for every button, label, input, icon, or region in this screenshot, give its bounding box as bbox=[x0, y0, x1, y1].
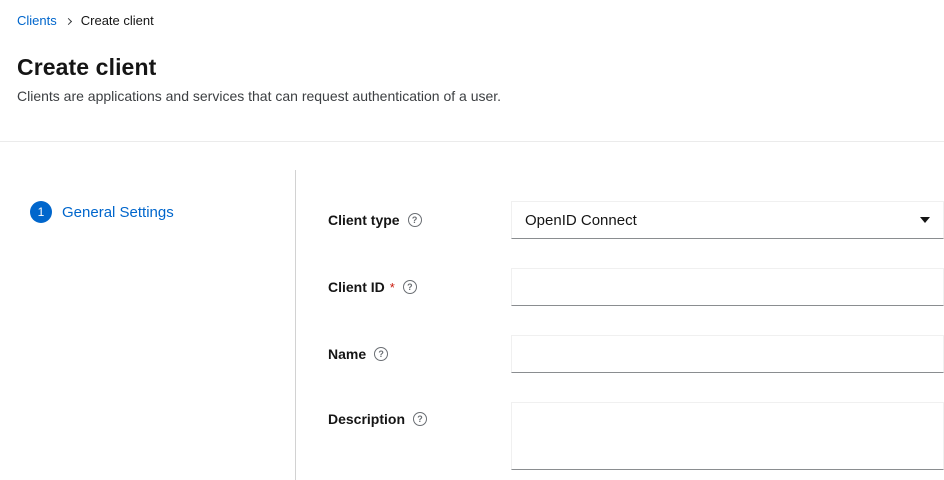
help-icon[interactable]: ? bbox=[408, 213, 422, 227]
caret-down-icon bbox=[920, 217, 930, 223]
name-label-group: Name ? bbox=[328, 346, 511, 362]
page-header: Clients Create client Create client Clie… bbox=[0, 0, 944, 142]
client-type-selected-value: OpenID Connect bbox=[525, 212, 637, 229]
client-id-input[interactable] bbox=[511, 268, 944, 306]
help-icon[interactable]: ? bbox=[413, 412, 427, 426]
client-id-label: Client ID bbox=[328, 279, 385, 295]
name-control bbox=[511, 335, 944, 373]
wizard-step-label: General Settings bbox=[62, 204, 174, 221]
breadcrumb-clients-link[interactable]: Clients bbox=[17, 13, 57, 29]
wizard-step-general-settings[interactable]: 1 General Settings bbox=[30, 201, 295, 223]
client-type-control: OpenID Connect bbox=[511, 201, 944, 239]
breadcrumb: Clients Create client bbox=[17, 13, 927, 29]
help-icon[interactable]: ? bbox=[374, 347, 388, 361]
page-subtitle: Clients are applications and services th… bbox=[17, 87, 927, 141]
form-row-client-id: Client ID * ? bbox=[328, 268, 944, 306]
client-type-label: Client type bbox=[328, 212, 400, 228]
client-type-label-group: Client type ? bbox=[328, 212, 511, 228]
general-settings-form: Client type ? OpenID Connect Client ID *… bbox=[296, 170, 944, 480]
client-id-control bbox=[511, 268, 944, 306]
description-label: Description bbox=[328, 411, 405, 427]
wizard-nav: 1 General Settings bbox=[0, 170, 296, 480]
name-label: Name bbox=[328, 346, 366, 362]
description-textarea[interactable] bbox=[511, 402, 944, 470]
wizard-body: 1 General Settings Client type ? OpenID … bbox=[0, 170, 944, 480]
step-number-badge: 1 bbox=[30, 201, 52, 223]
client-type-select[interactable]: OpenID Connect bbox=[511, 201, 944, 239]
client-id-label-group: Client ID * ? bbox=[328, 279, 511, 295]
form-row-client-type: Client type ? OpenID Connect bbox=[328, 201, 944, 239]
page-title: Create client bbox=[17, 54, 927, 80]
form-row-description: Description ? bbox=[328, 402, 944, 470]
breadcrumb-current: Create client bbox=[81, 13, 154, 29]
help-icon[interactable]: ? bbox=[403, 280, 417, 294]
description-control bbox=[511, 402, 944, 470]
description-label-group: Description ? bbox=[328, 402, 511, 427]
create-client-page: Clients Create client Create client Clie… bbox=[0, 0, 944, 480]
form-row-name: Name ? bbox=[328, 335, 944, 373]
required-indicator: * bbox=[390, 280, 395, 295]
name-input[interactable] bbox=[511, 335, 944, 373]
chevron-right-icon bbox=[65, 17, 72, 24]
